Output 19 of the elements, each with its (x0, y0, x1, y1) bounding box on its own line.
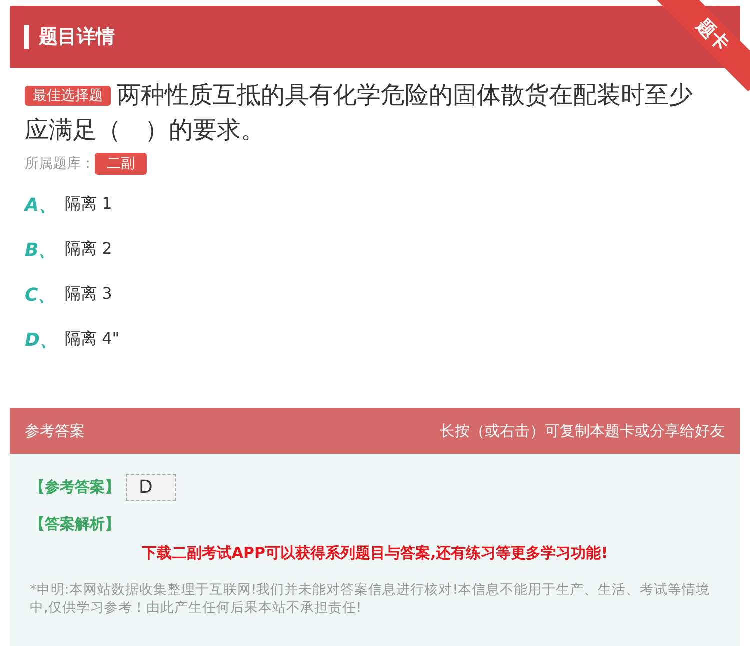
promo-text: 下载二副考试APP可以获得系列题目与答案,还有练习等更多学习功能! (140, 544, 610, 563)
option-letter: C、 (25, 284, 57, 306)
option-text: 隔离 1 (65, 194, 112, 215)
option-text: 隔离 4" (65, 329, 120, 350)
analysis-label: 【答案解析】 (30, 515, 121, 534)
title-marker (24, 25, 29, 49)
option-letter: D、 (25, 328, 57, 352)
option-text: 隔离 2 (65, 239, 112, 260)
bank-label: 所属题库： (25, 155, 95, 173)
answer-label: 【参考答案】 (30, 478, 120, 497)
answer-value: D (126, 474, 176, 501)
page-title: 题目详情 (39, 25, 115, 50)
option-text: 隔离 3 (65, 284, 112, 305)
option-letter: A、 (25, 194, 57, 216)
answer-title: 参考答案 (25, 422, 85, 440)
option-letter: B、 (25, 238, 57, 262)
share-hint: 长按（或右击）可复制本题卡或分享给好友 (440, 422, 725, 440)
bank-tag[interactable]: 二副 (95, 153, 147, 175)
disclaimer-text: *申明:本网站数据收集整理于互联网!我们并未能对答案信息进行核对!本信息不能用于生产、生活、考试等情境中,仅供学习参考！由此产生任何后果本站不承担责任! (30, 581, 712, 617)
